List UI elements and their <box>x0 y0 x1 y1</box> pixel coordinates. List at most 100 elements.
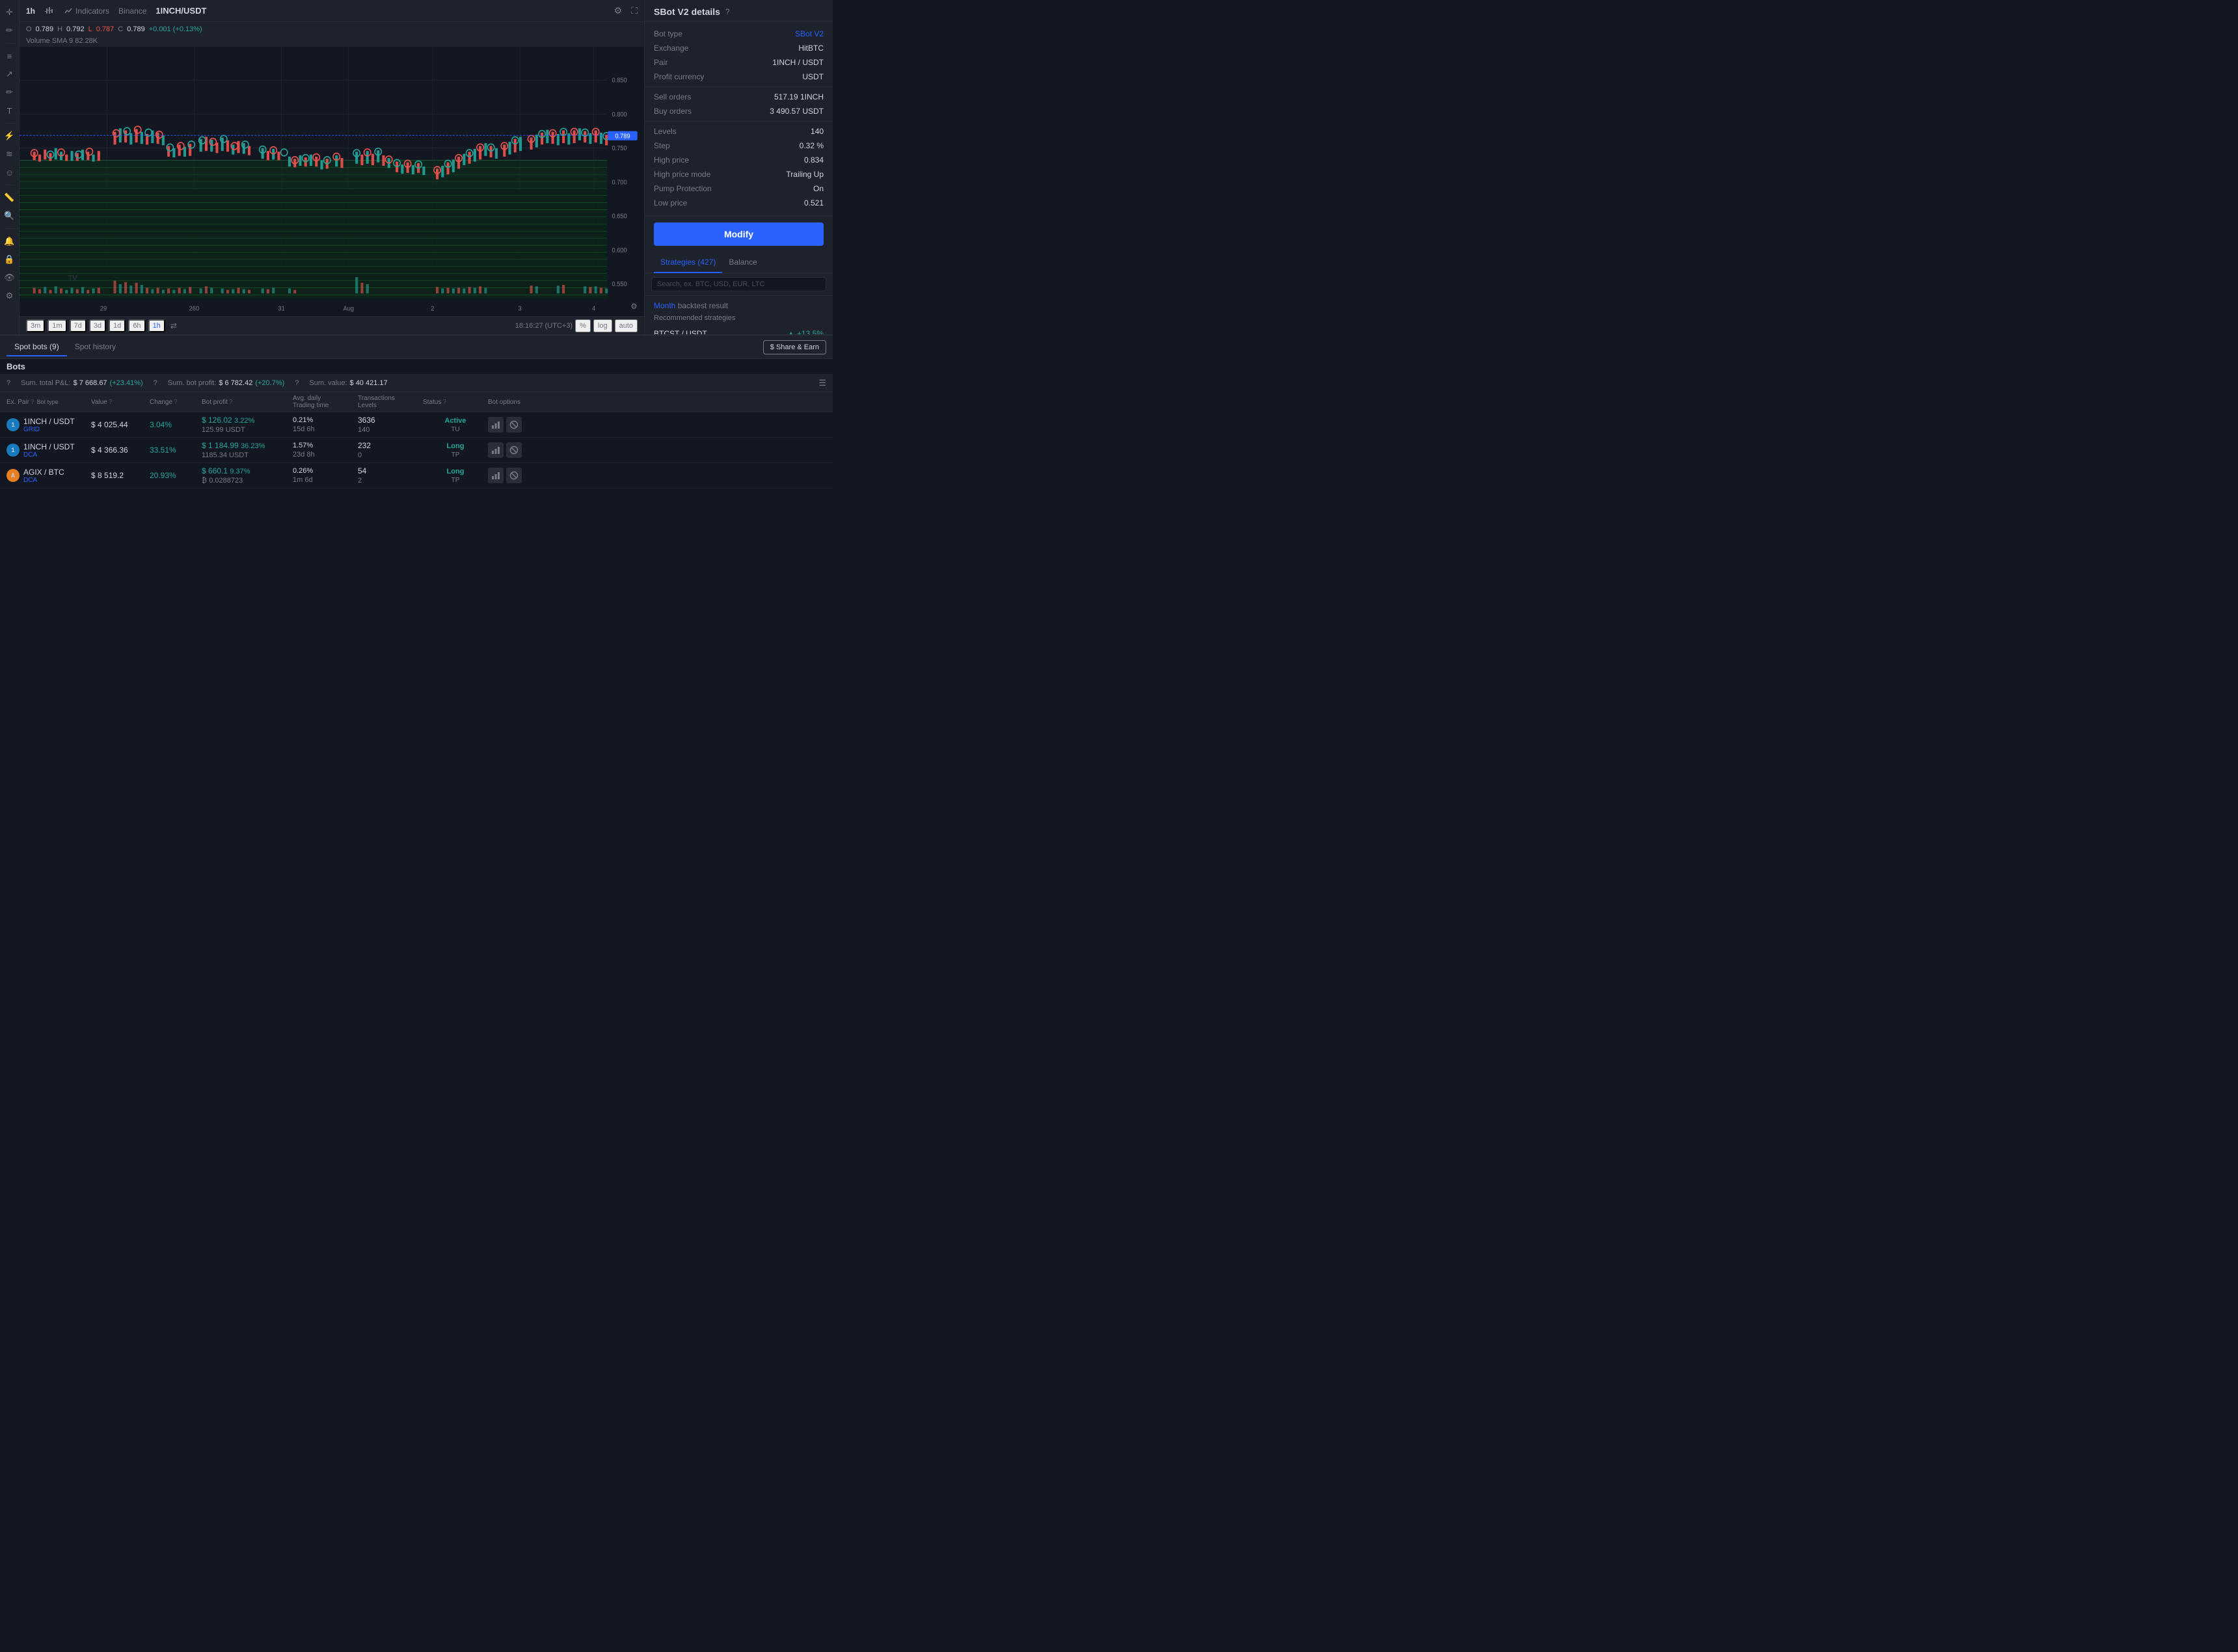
ruler-tool[interactable]: 📏 <box>3 191 17 205</box>
value-cell: $ 8 519.2 <box>91 471 150 480</box>
bot-type-label: Bot type <box>654 29 682 38</box>
svg-text:⚙: ⚙ <box>630 302 637 311</box>
log-btn[interactable]: log <box>593 319 612 332</box>
tab-strategies[interactable]: Strategies (427) <box>654 252 722 273</box>
chart-action-btn[interactable] <box>488 442 504 458</box>
profit-cell: $ 660.1 9.37% ₿ 0.0288723 <box>202 466 293 485</box>
svg-text:Aug: Aug <box>344 305 355 312</box>
draw-tool[interactable]: ✏ <box>3 85 17 100</box>
col-status: Status ? <box>423 395 488 409</box>
modify-button[interactable]: Modify <box>654 222 824 246</box>
stop-action-btn[interactable] <box>506 468 522 483</box>
settings-tool[interactable]: ⚙ <box>3 289 17 303</box>
tf-7d[interactable]: 7d <box>70 319 87 332</box>
svg-text:260: 260 <box>189 305 200 312</box>
col-change: Change ? <box>150 395 202 409</box>
change-cell: 20.93% <box>150 471 202 480</box>
col-tx: TransactionsLevels <box>358 395 423 409</box>
ohlc-row: O 0.789 H 0.792 L 0.787 C 0.789 +0.001 (… <box>20 22 644 36</box>
low-price-val: 0.521 <box>804 198 824 207</box>
sell-orders-label: Sell orders <box>654 92 691 101</box>
col-pair: Ex. Pair ?Bot type <box>7 395 91 409</box>
filter-icon[interactable]: ☰ <box>818 378 826 388</box>
svg-text:3: 3 <box>518 305 521 312</box>
text-tool[interactable]: T <box>3 103 17 118</box>
high-price-val: 0.834 <box>804 155 824 165</box>
profit-currency-label: Profit currency <box>654 72 704 81</box>
status-badge: Long TP <box>423 442 488 459</box>
table-row: 1 1INCH / USDT GRID $ 4 025.44 3.04% $ 1… <box>0 412 833 438</box>
step-label: Step <box>654 141 670 150</box>
svg-text:0.800: 0.800 <box>612 111 627 118</box>
lines-tool[interactable]: ≡ <box>3 49 17 63</box>
tf-1h[interactable]: 1h <box>148 319 165 332</box>
crosshair-tool[interactable]: ✛ <box>3 5 17 20</box>
arrow-tool[interactable]: ↗ <box>3 67 17 81</box>
tf-6h[interactable]: 6h <box>128 319 145 332</box>
measure-tool[interactable]: ≋ <box>3 147 17 161</box>
pair-cell: 1 1INCH / USDT GRID <box>7 417 91 433</box>
buy-orders-val: 3 490.57 USDT <box>770 107 824 116</box>
sell-orders-val: 517.19 1INCH <box>774 92 824 101</box>
value-cell: $ 4 366.36 <box>91 446 150 455</box>
bottom-tabs-row: Spot bots (9) Spot history $ Share & Ear… <box>0 336 833 359</box>
share-earn-button[interactable]: $ Share & Earn <box>763 340 826 354</box>
stop-action-btn[interactable] <box>506 442 522 458</box>
bots-title: Bots <box>7 362 25 371</box>
settings-icon[interactable]: ⚙ <box>614 5 623 16</box>
tf-3m[interactable]: 3m <box>26 319 45 332</box>
strategy-search-input[interactable] <box>651 277 826 291</box>
pump-protection-label: Pump Protection <box>654 184 712 193</box>
bots-summary: ? Sum. total P&L: $ 7 668.67 (+23.41%) ?… <box>0 374 833 392</box>
pump-protection-val: On <box>813 184 824 193</box>
indicators-button[interactable]: Indicators <box>64 7 109 16</box>
chart-action-btn[interactable] <box>488 468 504 483</box>
strategy-item[interactable]: BTCST / USDT▲ +13.5% <box>654 326 824 334</box>
profit-currency-val: USDT <box>802 72 824 81</box>
chart-bottom-bar: 3m 1m 7d 3d 1d 6h 1h ⇄ 18:16:27 (UTC+3) … <box>20 316 644 334</box>
pair-icon: 1 <box>7 418 20 431</box>
profit-cell: $ 126.02 3.22% 125.99 USDT <box>202 416 293 434</box>
tf-3d[interactable]: 3d <box>89 319 106 332</box>
pencil-tool[interactable]: ✏ <box>3 23 17 38</box>
chart-canvas: TV 29 260 31 Aug 2 3 4 0.850 0.800 0.750… <box>20 47 644 316</box>
backtest-title: Month backtest result <box>654 301 824 310</box>
ohlc-icon[interactable] <box>44 6 55 16</box>
svg-text:TV: TV <box>68 274 77 282</box>
pair-cell: 1 1INCH / USDT DCA <box>7 442 91 459</box>
stop-action-btn[interactable] <box>506 417 522 433</box>
table-header: Ex. Pair ?Bot type Value ? Change ? Bot … <box>0 392 833 412</box>
svg-text:29: 29 <box>100 305 107 312</box>
fullscreen-icon[interactable]: ⛶ <box>631 5 638 16</box>
chart-action-btn[interactable] <box>488 417 504 433</box>
svg-text:4: 4 <box>592 305 596 312</box>
panel-title: SBot V2 details <box>654 7 720 17</box>
high-price-mode-label: High price mode <box>654 170 710 179</box>
timeframe-label[interactable]: 1h <box>26 7 35 16</box>
exchange-label: Exchange <box>654 44 688 53</box>
tab-spot-bots[interactable]: Spot bots (9) <box>7 338 67 356</box>
help-icon[interactable]: ? <box>725 7 730 16</box>
actions-cell <box>488 442 826 458</box>
tab-balance[interactable]: Balance <box>722 252 763 273</box>
emoji-tool[interactable]: ☺ <box>3 165 17 180</box>
percent-btn[interactable]: % <box>575 319 591 332</box>
compare-icon[interactable]: ⇄ <box>170 321 177 330</box>
zoom-tool[interactable]: 🔍 <box>3 209 17 223</box>
alert-tool[interactable]: 🔔 <box>3 234 17 248</box>
sum-profit-val: $ 6 782.42 <box>219 379 252 387</box>
lock-tool[interactable]: 🔒 <box>3 252 17 267</box>
tab-spot-history[interactable]: Spot history <box>67 338 124 356</box>
patterns-tool[interactable]: ⚡ <box>3 129 17 143</box>
change-cell: 33.51% <box>150 446 202 455</box>
buy-orders-label: Buy orders <box>654 107 692 116</box>
tf-1m[interactable]: 1m <box>47 319 66 332</box>
sum-profit-label: Sum. bot profit: <box>168 379 217 387</box>
high-price-label: High price <box>654 155 689 165</box>
tf-1d[interactable]: 1d <box>109 319 126 332</box>
eye-tool[interactable]: 👁 <box>3 271 17 285</box>
auto-btn[interactable]: auto <box>615 319 638 332</box>
sum-value-label: Sum. value: <box>309 379 347 387</box>
actions-cell <box>488 417 826 433</box>
table-row: 1 1INCH / USDT DCA $ 4 366.36 33.51% $ 1… <box>0 438 833 463</box>
